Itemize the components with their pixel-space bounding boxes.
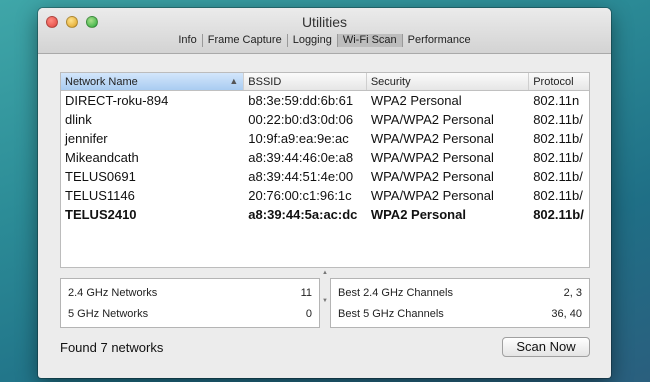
cell-security: WPA/WPA2 Personal [370, 169, 494, 184]
summary-row: 5 GHz Networks 0 [61, 304, 319, 325]
summary-label: Best 5 GHz Channels [338, 308, 444, 320]
cell-security: WPA/WPA2 Personal [370, 112, 494, 127]
column-header-security[interactable]: Security [367, 73, 530, 90]
network-count-panel: 2.4 GHz Networks 11 5 GHz Networks 0 [60, 278, 320, 328]
cell-network-name: Mikeandcath [65, 150, 139, 165]
cell-protocol: 802.11b/ [533, 169, 583, 184]
utilities-window: Utilities Info Frame Capture Logging Wi-… [38, 8, 611, 378]
table-row[interactable]: DIRECT-roku-894 b8:3e:59:dd:6b:61 WPA2 P… [61, 91, 589, 110]
column-label: Network Name [65, 76, 138, 88]
cell-security: WPA2 Personal [370, 207, 466, 222]
column-header-protocol[interactable]: Protocol [529, 73, 589, 90]
cell-protocol: 802.11n [533, 93, 580, 108]
scan-now-button[interactable]: Scan Now [502, 337, 590, 357]
table-row[interactable]: TELUS0691 a8:39:44:51:4e:00 WPA/WPA2 Per… [61, 167, 589, 186]
summary-label: 2.4 GHz Networks [68, 287, 158, 299]
cell-bssid: b8:3e:59:dd:6b:61 [248, 93, 354, 108]
cell-network-name: TELUS1146 [65, 188, 135, 203]
column-header-bssid[interactable]: BSSID [244, 73, 367, 90]
cell-network-name: DIRECT-roku-894 [65, 93, 169, 108]
cell-protocol: 802.11b/ [533, 207, 584, 222]
summary-value: 2, 3 [563, 287, 582, 299]
cell-security: WPA2 Personal [370, 93, 462, 108]
best-channels-panel: Best 2.4 GHz Channels 2, 3 Best 5 GHz Ch… [330, 278, 590, 328]
sort-ascending-icon: ▲ [229, 76, 239, 86]
cell-protocol: 802.11b/ [533, 188, 583, 203]
cell-bssid: 20:76:00:c1:96:1c [248, 188, 352, 203]
cell-bssid: 00:22:b0:d3:0d:06 [248, 112, 354, 127]
window-title: Utilities [301, 14, 348, 30]
cell-network-name: dlink [65, 112, 92, 127]
cell-bssid: a8:39:44:51:4e:00 [248, 169, 354, 184]
summary-label: Best 2.4 GHz Channels [338, 287, 453, 299]
tab-wifi-scan[interactable]: Wi-Fi Scan [337, 34, 403, 47]
tab-info[interactable]: Info [173, 34, 203, 47]
cell-network-name: TELUS2410 [65, 207, 137, 222]
tab-logging[interactable]: Logging [288, 34, 338, 47]
table-header: Network Name ▲ BSSID Security Protocol [61, 73, 589, 91]
summary-value: 36, 40 [551, 308, 582, 320]
cell-network-name: jennifer [65, 131, 108, 146]
table-row[interactable]: jennifer 10:9f:a9:ea:9e:ac WPA/WPA2 Pers… [61, 129, 589, 148]
table-row[interactable]: TELUS2410 a8:39:44:5a:ac:dc WPA2 Persona… [61, 205, 589, 224]
network-table: Network Name ▲ BSSID Security Protocol D… [60, 72, 590, 268]
title-bar: Utilities Info Frame Capture Logging Wi-… [38, 8, 611, 54]
summary-row: 2.4 GHz Networks 11 [61, 283, 319, 304]
cell-protocol: 802.11b/ [533, 112, 583, 127]
cell-security: WPA/WPA2 Personal [370, 188, 494, 203]
column-header-network-name[interactable]: Network Name ▲ [61, 73, 245, 90]
summary-row: Best 5 GHz Channels 36, 40 [331, 304, 589, 325]
cell-network-name: TELUS0691 [65, 169, 136, 184]
summary-label: 5 GHz Networks [68, 308, 149, 320]
table-row[interactable]: TELUS1146 20:76:00:c1:96:1c WPA/WPA2 Per… [61, 186, 589, 205]
tab-performance[interactable]: Performance [403, 34, 476, 47]
cell-security: WPA/WPA2 Personal [370, 131, 494, 146]
cell-bssid: a8:39:44:5a:ac:dc [248, 207, 358, 222]
cell-bssid: 10:9f:a9:ea:9e:ac [248, 131, 349, 146]
summary-value: 0 [305, 308, 312, 320]
tab-bar: Info Frame Capture Logging Wi-Fi Scan Pe… [38, 34, 611, 47]
cell-protocol: 802.11b/ [533, 150, 583, 165]
summary-value: 11 [300, 287, 312, 299]
table-row[interactable]: Mikeandcath a8:39:44:46:0e:a8 WPA/WPA2 P… [61, 148, 589, 167]
summary-row: Best 2.4 GHz Channels 2, 3 [331, 283, 589, 304]
cell-security: WPA/WPA2 Personal [370, 150, 494, 165]
table-row[interactable]: dlink 00:22:b0:d3:0d:06 WPA/WPA2 Persona… [61, 110, 589, 129]
status-text: Found 7 networks [60, 340, 164, 355]
splitter-up-icon[interactable]: ▲ [322, 270, 328, 276]
cell-bssid: a8:39:44:46:0e:a8 [248, 150, 354, 165]
splitter-down-icon[interactable]: ▼ [322, 298, 328, 304]
cell-protocol: 802.11b/ [533, 131, 583, 146]
tab-frame-capture[interactable]: Frame Capture [203, 34, 288, 47]
